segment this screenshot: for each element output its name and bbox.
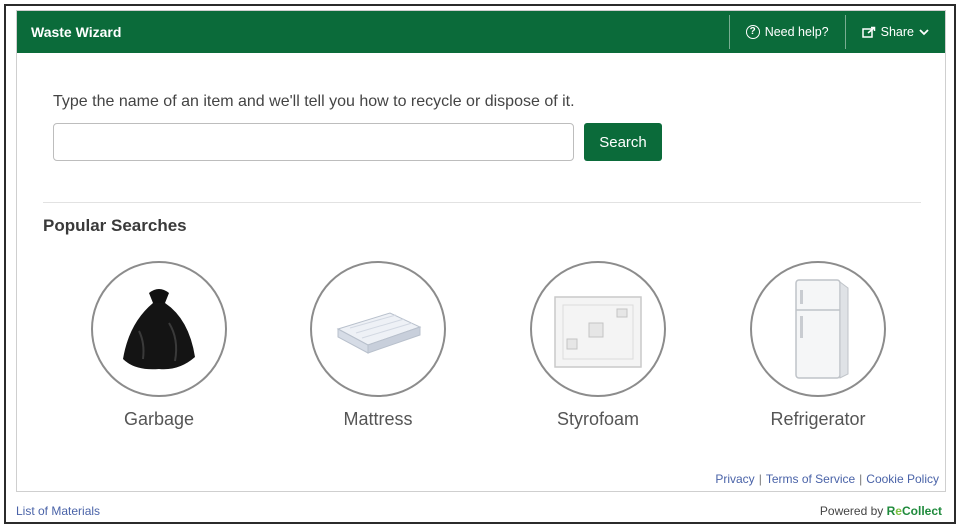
list-of-materials-link[interactable]: List of Materials	[16, 504, 100, 518]
privacy-link[interactable]: Privacy	[715, 472, 754, 486]
garbage-bag-icon	[123, 289, 195, 370]
popular-item-mattress[interactable]: Mattress	[310, 261, 446, 430]
search-input[interactable]	[53, 123, 574, 161]
share-label: Share	[880, 25, 914, 39]
popular-item-styrofoam[interactable]: Styrofoam	[530, 261, 666, 430]
chevron-down-icon	[919, 28, 929, 36]
item-image-circle	[310, 261, 446, 397]
footer-links: Privacy | Terms of Service | Cookie Policy	[715, 472, 939, 486]
item-label: Styrofoam	[556, 409, 640, 429]
item-label: Mattress	[343, 409, 413, 429]
share-icon	[861, 26, 876, 38]
popular-item-refrigerator[interactable]: Refrigerator	[750, 261, 886, 430]
powered-by-label: Powered by	[819, 504, 884, 518]
cookie-policy-link[interactable]: Cookie Policy	[866, 472, 939, 486]
app-title: Waste Wizard	[31, 24, 122, 40]
terms-link[interactable]: Terms of Service	[766, 472, 855, 486]
mattress-icon	[336, 312, 422, 354]
waste-wizard-widget: Waste Wizard ? Need help? Share Type the…	[16, 10, 946, 492]
item-image-circle	[750, 261, 886, 397]
item-label: Refrigerator	[770, 409, 866, 429]
item-image-circle	[91, 261, 227, 397]
powered-by: Powered by ReCollect	[820, 504, 942, 518]
item-label: Garbage	[123, 409, 195, 429]
search-prompt: Type the name of an item and we'll tell …	[53, 93, 575, 110]
popular-item-garbage[interactable]: Garbage	[91, 261, 227, 430]
styrofoam-icon	[554, 296, 642, 368]
recollect-logo[interactable]: ReCollect	[887, 504, 942, 518]
popular-searches-title: Popular Searches	[43, 216, 187, 235]
question-circle-icon: ?	[745, 25, 760, 39]
item-image-circle	[530, 261, 666, 397]
share-button[interactable]: Share	[846, 11, 945, 53]
need-help-label: Need help?	[764, 25, 829, 39]
refrigerator-icon	[795, 279, 849, 379]
search-button[interactable]: Search	[584, 123, 662, 161]
need-help-button[interactable]: ? Need help?	[730, 11, 845, 53]
header-bar: Waste Wizard ? Need help? Share	[17, 11, 945, 53]
section-divider	[43, 202, 921, 203]
